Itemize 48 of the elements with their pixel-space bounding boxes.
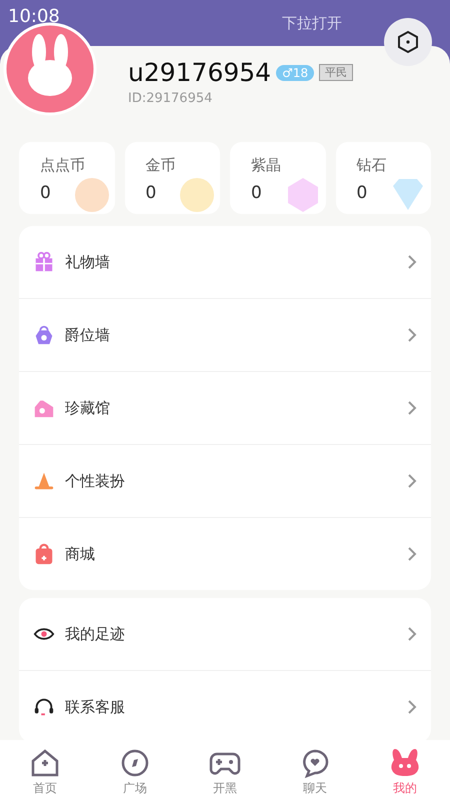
- avatar[interactable]: [3, 22, 97, 116]
- wallet-value: 0: [146, 183, 156, 203]
- menu-item[interactable]: 珍藏馆: [65, 398, 407, 418]
- hexagon-icon: [396, 30, 420, 54]
- wallet-card[interactable]: 金币 0: [124, 142, 220, 214]
- menu-item[interactable]: 商城: [65, 544, 407, 564]
- wallet-label: 紫晶: [251, 156, 281, 175]
- hexagon-button[interactable]: [384, 18, 432, 66]
- bag-icon: [33, 543, 55, 565]
- wallet-card[interactable]: 点点币 0: [19, 142, 114, 214]
- rank-badge: 平民: [319, 64, 354, 81]
- menu-item[interactable]: 爵位墙: [65, 326, 407, 344]
- pull-hint: 下拉打开: [282, 14, 342, 34]
- chevron-right-icon: [407, 473, 417, 489]
- chevron-right-icon: [407, 400, 417, 416]
- menu-item[interactable]: 我的足迹: [65, 624, 407, 644]
- headset-icon: [33, 696, 55, 718]
- wallet-card[interactable]: 钻石 0: [336, 142, 431, 214]
- wallet-label: 钻石: [356, 156, 386, 175]
- nav-tab[interactable]: 聊天: [270, 740, 360, 800]
- compass-icon: [119, 747, 151, 779]
- wallet-card[interactable]: 紫晶 0: [230, 142, 326, 214]
- home-icon: [29, 747, 61, 779]
- wallet-value: 0: [356, 183, 368, 203]
- wallet-value: 0: [40, 183, 51, 203]
- medal-icon: [33, 324, 55, 346]
- menu-item[interactable]: 个性装扮: [65, 472, 407, 490]
- username: u29176954: [128, 58, 272, 87]
- wallet-label: 点点币: [40, 156, 85, 175]
- nav-tab[interactable]: 广场: [90, 740, 180, 800]
- gender-age-badge: ♂18: [276, 64, 314, 80]
- gift-icon: [33, 251, 55, 273]
- wallet-value: 0: [251, 183, 262, 203]
- menu-item[interactable]: 联系客服: [65, 698, 407, 716]
- menu-item[interactable]: 礼物墙: [65, 252, 407, 272]
- status-time: 10:08: [8, 6, 60, 29]
- coin-icon: [178, 176, 216, 214]
- chevron-right-icon: [407, 254, 417, 270]
- chevron-right-icon: [407, 327, 417, 343]
- nav-tab[interactable]: 首页: [0, 740, 90, 800]
- chevron-right-icon: [407, 626, 417, 642]
- chevron-right-icon: [407, 546, 417, 562]
- nav-tab[interactable]: 开黑: [180, 740, 270, 800]
- bunny-icon: [389, 747, 421, 779]
- chevron-right-icon: [407, 699, 417, 715]
- wallet-label: 金币: [146, 156, 176, 175]
- coin-icon: [72, 176, 110, 214]
- user-id: ID:29176954: [128, 91, 214, 106]
